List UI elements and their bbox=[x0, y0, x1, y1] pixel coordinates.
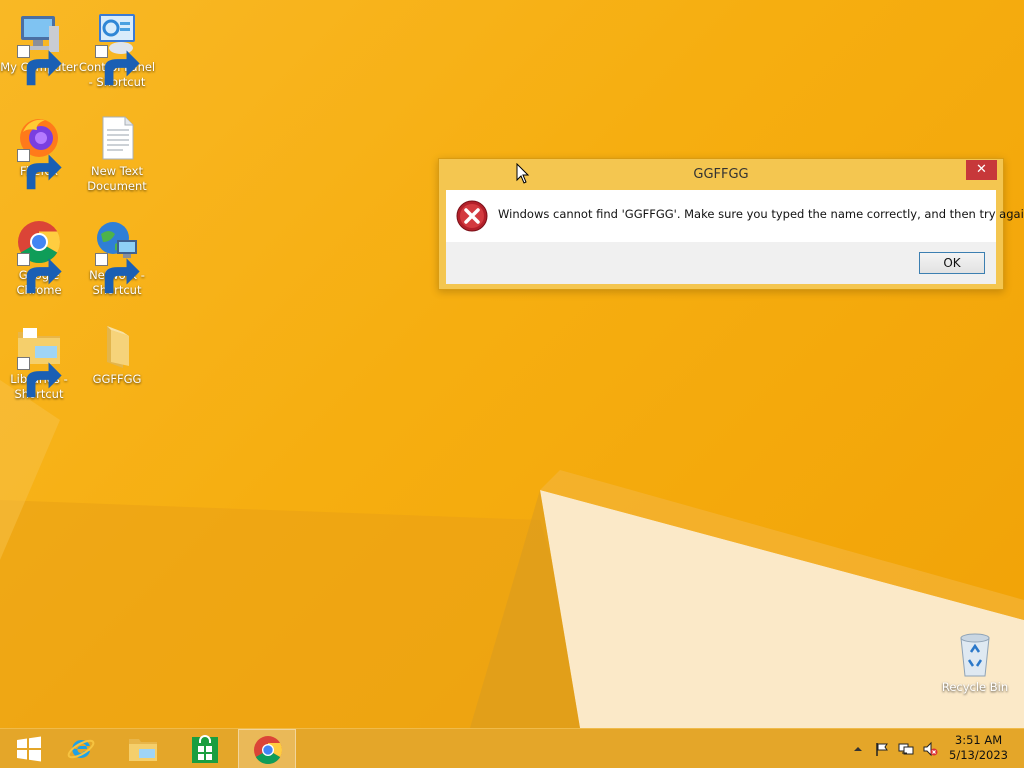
desktop-icon-network[interactable]: Network - Shortcut bbox=[78, 218, 156, 298]
show-hidden-icons-chevron-up-icon[interactable] bbox=[850, 741, 866, 757]
start-button[interactable] bbox=[0, 729, 58, 769]
shortcut-arrow-icon bbox=[95, 45, 140, 86]
mouse-cursor-icon bbox=[516, 163, 530, 184]
dialog-footer: OK bbox=[446, 242, 996, 284]
desktop-icon-firefox[interactable]: Firefox bbox=[0, 114, 78, 190]
desktop-icon-ggffgg-folder[interactable]: GGFFGG bbox=[78, 322, 156, 387]
folder-icon bbox=[93, 322, 141, 370]
shortcut-arrow-icon bbox=[17, 253, 62, 294]
shortcut-arrow-icon bbox=[17, 149, 62, 190]
icon-label: GGFFGG bbox=[92, 372, 142, 386]
text-document-icon bbox=[93, 114, 141, 162]
chrome-icon bbox=[15, 218, 63, 294]
shortcut-arrow-icon bbox=[95, 253, 140, 294]
dialog-message: Windows cannot find 'GGFFGG'. Make sure … bbox=[498, 207, 1024, 221]
control-panel-icon bbox=[93, 10, 141, 86]
shortcut-arrow-icon bbox=[17, 357, 62, 398]
close-button[interactable]: ✕ bbox=[966, 160, 997, 180]
network-icon[interactable] bbox=[898, 741, 914, 757]
internet-explorer-icon bbox=[67, 739, 95, 759]
desktop-icon-google-chrome[interactable]: Google Chrome bbox=[0, 218, 78, 298]
network-icon bbox=[93, 218, 141, 294]
ok-button[interactable]: OK bbox=[919, 252, 985, 274]
file-explorer-icon bbox=[129, 739, 157, 761]
firefox-icon bbox=[15, 114, 63, 190]
clock-date: 5/13/2023 bbox=[949, 748, 1008, 762]
icon-label: Recycle Bin bbox=[941, 680, 1009, 694]
store-icon bbox=[192, 735, 218, 763]
dialog-body: Windows cannot find 'GGFFGG'. Make sure … bbox=[446, 190, 1024, 242]
taskbar-file-explorer[interactable] bbox=[114, 729, 172, 769]
desktop-icon-my-computer[interactable]: My Computer bbox=[0, 10, 78, 86]
desktop-icon-recycle-bin[interactable]: Recycle Bin bbox=[936, 630, 1014, 695]
action-center-flag-icon[interactable] bbox=[874, 741, 890, 757]
desktop-icon-control-panel[interactable]: Control Panel - Shortcut bbox=[78, 10, 156, 90]
desktop-icon-new-text-document[interactable]: New Text Document bbox=[78, 114, 156, 194]
computer-icon bbox=[15, 10, 63, 86]
clock-time: 3:51 AM bbox=[954, 733, 1003, 747]
taskbar-internet-explorer[interactable] bbox=[52, 729, 110, 769]
desktop: My Computer Control Panel - Shortcut Fir… bbox=[0, 0, 1024, 728]
error-icon bbox=[456, 200, 488, 232]
taskbar: 3:51 AM 5/13/2023 bbox=[0, 728, 1024, 769]
volume-muted-icon[interactable] bbox=[922, 741, 938, 757]
start-icon bbox=[17, 736, 41, 762]
shortcut-arrow-icon bbox=[17, 45, 62, 86]
system-clock[interactable]: 3:51 AM 5/13/2023 bbox=[949, 733, 1008, 763]
libraries-icon bbox=[15, 322, 63, 398]
icon-label: New Text Document bbox=[87, 164, 147, 193]
desktop-icon-libraries[interactable]: Libraries - Shortcut bbox=[0, 322, 78, 402]
chrome-icon bbox=[254, 736, 283, 765]
taskbar-chrome[interactable] bbox=[238, 729, 296, 769]
recycle-bin-icon bbox=[951, 630, 999, 678]
taskbar-store[interactable] bbox=[176, 729, 234, 769]
